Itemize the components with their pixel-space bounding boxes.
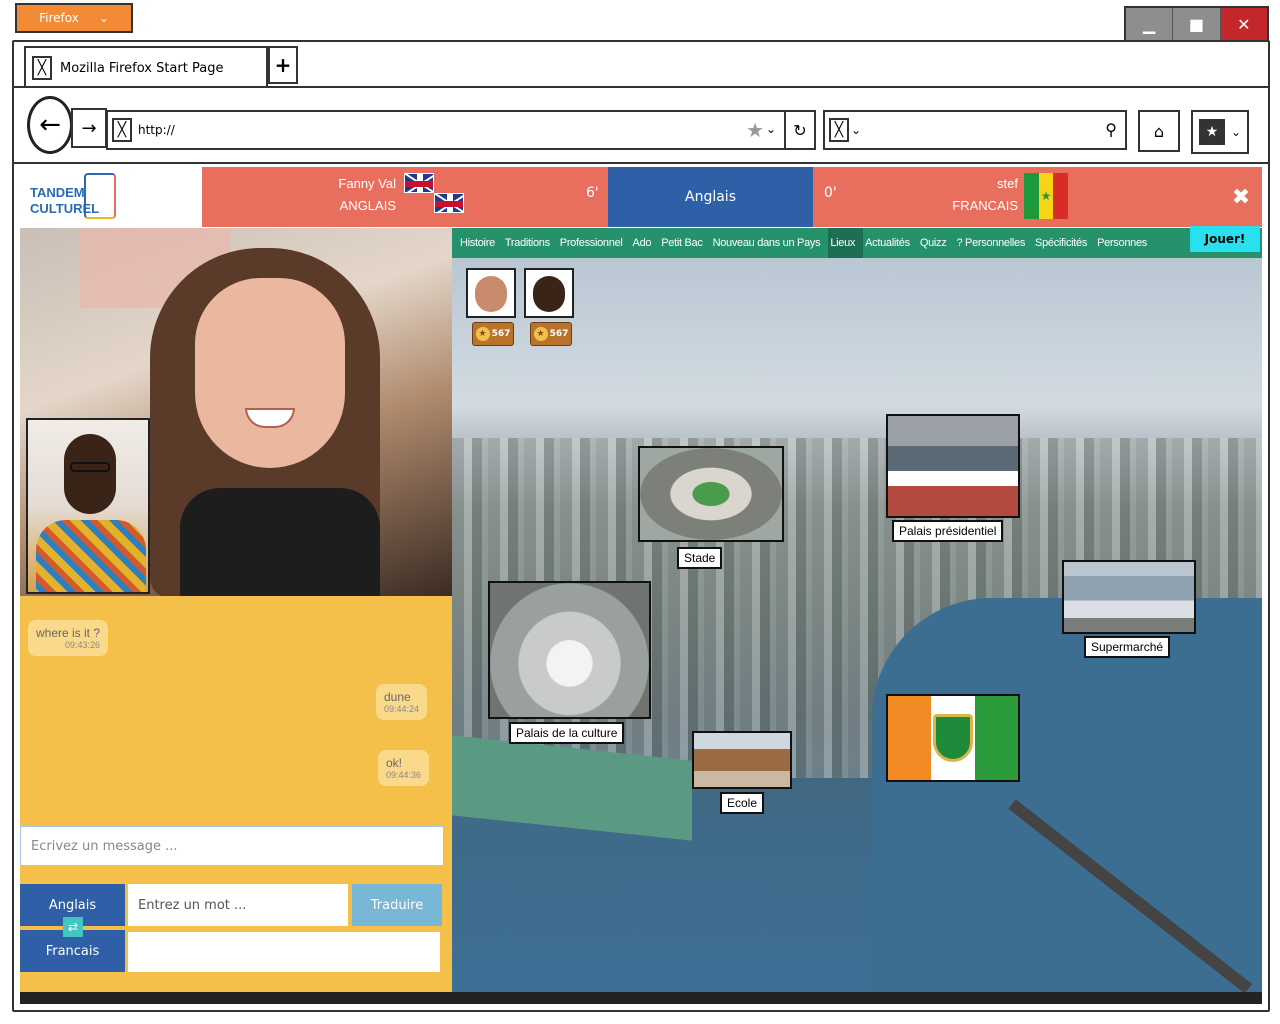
address-bar[interactable]: ╳ http:// ★ ⌄ ↻: [106, 110, 816, 150]
chevron-down-icon: ⌄: [98, 11, 109, 25]
chrome-divider: [12, 162, 1270, 164]
tab-title: Mozilla Firefox Start Page: [60, 60, 224, 76]
uk-flag-icon: [404, 173, 434, 193]
self-language: FRANCAIS: [952, 198, 1018, 213]
firefox-menu-label: Firefox: [39, 11, 79, 25]
new-tab-button[interactable]: +: [268, 46, 298, 84]
bookmark-star-icon[interactable]: ★: [746, 118, 764, 142]
current-language: Anglais: [608, 167, 813, 227]
chevron-down-icon: ⌄: [1230, 125, 1242, 139]
reload-button[interactable]: ↻: [784, 112, 814, 148]
player-score-badge: ★ 567: [472, 322, 514, 346]
nav-item[interactable]: Professionnel: [558, 228, 631, 258]
translation-output: [128, 932, 440, 972]
place-label-ecole[interactable]: Ecole: [720, 792, 765, 814]
place-label-stade[interactable]: Stade: [677, 547, 723, 569]
nav-item[interactable]: Histoire: [458, 228, 503, 258]
maximize-button[interactable]: ■: [1173, 8, 1221, 40]
partner-score: 6': [586, 185, 599, 201]
star-icon: ★: [475, 327, 490, 341]
forward-button[interactable]: →: [71, 108, 107, 148]
tandem-culturel-logo[interactable]: TANDEM CULTUREL: [16, 167, 202, 227]
stadium-image[interactable]: [638, 446, 784, 542]
site-identity-icon: ╳: [112, 118, 132, 142]
chat-message-text: where is it ?: [36, 626, 101, 640]
url-text: http://: [138, 123, 175, 137]
arrow-left-icon: ←: [39, 110, 61, 140]
chat-message-text: dune: [384, 690, 411, 704]
school-image[interactable]: [692, 731, 792, 789]
close-icon: ✖: [1231, 184, 1251, 210]
nav-item[interactable]: Nouveau dans un Pays: [711, 228, 829, 258]
nav-item[interactable]: Quizz: [918, 228, 955, 258]
chat-message-time: 09:44:24: [384, 704, 420, 714]
chat-message: dune 09:44:24: [376, 684, 428, 720]
culture-palace-image[interactable]: [488, 581, 651, 719]
partner-user-info: Fanny Val ANGLAIS: [270, 173, 396, 217]
nav-item[interactable]: Ado: [631, 228, 660, 258]
close-window-button[interactable]: ✕: [1220, 8, 1267, 40]
home-button[interactable]: ⌂: [1138, 110, 1180, 152]
category-nav: Histoire Traditions Professionnel Ado Pe…: [452, 228, 1262, 258]
senegal-flag-icon: ★: [1024, 173, 1069, 219]
browser-tab[interactable]: ╳ Mozilla Firefox Start Page: [24, 46, 268, 88]
nav-item[interactable]: ? Personnelles: [954, 228, 1033, 258]
self-video: [26, 418, 150, 594]
uk-flag-icon: [434, 193, 464, 213]
close-session-button[interactable]: ✖: [1220, 167, 1262, 227]
nav-item-active[interactable]: Lieux: [828, 228, 864, 258]
presidential-palace-image[interactable]: [886, 414, 1020, 518]
swap-languages-icon[interactable]: ⇄: [63, 917, 83, 937]
search-icon[interactable]: ⚲: [1105, 120, 1117, 139]
chat-message: ok! 09:44:36: [378, 750, 430, 786]
self-name: stef: [997, 176, 1018, 191]
place-label-palais-presidentiel[interactable]: Palais présidentiel: [892, 520, 1004, 542]
player-score: 567: [549, 329, 569, 339]
user-score: 0': [824, 185, 837, 201]
bookmarks-menu-button[interactable]: ★ ⌄: [1191, 110, 1249, 154]
bookmarks-star-icon: ★: [1198, 119, 1225, 145]
partner-name: Fanny Val: [338, 176, 396, 191]
search-engine-dropdown-icon[interactable]: ⌄: [851, 123, 861, 137]
nav-item[interactable]: Actualités: [863, 228, 918, 258]
minimize-button[interactable]: ▁: [1126, 8, 1174, 40]
chat-message-time: 09:44:36: [386, 770, 422, 780]
play-button[interactable]: Jouer!: [1190, 226, 1260, 252]
search-engine-icon: ╳: [829, 118, 849, 142]
tab-strip-divider: [12, 86, 1270, 88]
chat-message-time: 09:43:26: [64, 640, 101, 650]
nav-item[interactable]: Petit Bac: [659, 228, 710, 258]
chat-message-input[interactable]: Ecrivez un message ...: [20, 826, 444, 866]
player-avatar: [466, 268, 516, 318]
star-icon: ★: [533, 327, 548, 341]
translate-button[interactable]: Traduire: [352, 884, 442, 926]
player-score-badge: ★ 567: [530, 322, 572, 346]
place-label-palais-de-la-culture[interactable]: Palais de la culture: [509, 722, 625, 744]
place-label-supermarche[interactable]: Supermarché: [1084, 636, 1171, 658]
player-avatar: [524, 268, 574, 318]
chat-message: where is it ? 09:43:26: [28, 620, 109, 656]
firefox-menu-button[interactable]: Firefox ⌄: [15, 3, 133, 33]
arrow-right-icon: →: [81, 117, 97, 139]
nav-item[interactable]: Spécificités: [1033, 228, 1095, 258]
logo-line1: TANDEM: [30, 185, 85, 200]
search-bar[interactable]: ╳ ⌄ ⚲: [823, 110, 1127, 150]
thumbs-up-icon: [84, 173, 116, 219]
bottom-bar: [20, 992, 1262, 1004]
back-button[interactable]: ←: [27, 96, 73, 154]
translate-word-input[interactable]: Entrez un mot ...: [128, 884, 348, 926]
self-user-info: stef FRANCAIS: [880, 173, 1018, 217]
partner-language: ANGLAIS: [339, 198, 396, 213]
nav-item[interactable]: Traditions: [503, 228, 558, 258]
favicon-placeholder-icon: ╳: [32, 56, 52, 80]
nav-item[interactable]: Personnes: [1095, 228, 1155, 258]
home-icon: ⌂: [1153, 121, 1165, 141]
window-controls: ▁ ■ ✕: [1124, 6, 1269, 42]
cote-divoire-coat-of-arms-image[interactable]: [886, 694, 1020, 782]
url-dropdown-icon[interactable]: ⌄: [766, 122, 776, 136]
player-score: 567: [491, 329, 511, 339]
chat-message-text: ok!: [386, 756, 403, 770]
supermarket-image[interactable]: [1062, 560, 1196, 634]
